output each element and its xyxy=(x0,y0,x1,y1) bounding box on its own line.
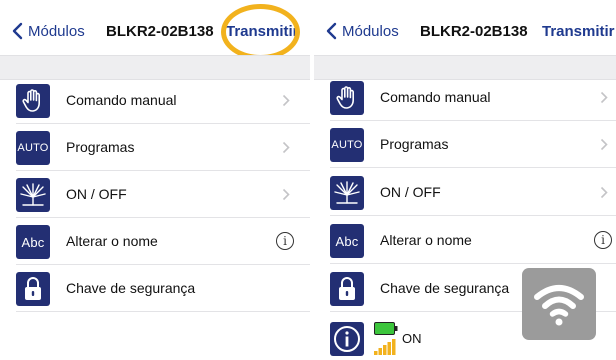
navigation-bar: Módulos BLKR2-02B138 Transmitir xyxy=(314,0,616,55)
wifi-icon xyxy=(522,268,596,340)
right-screen: Módulos BLKR2-02B138 Transmitir Comando … xyxy=(314,0,616,360)
row-alterar-nome[interactable]: Abc Alterar o nome i xyxy=(0,218,310,265)
row-label: ON / OFF xyxy=(66,186,127,202)
burst-icon xyxy=(16,178,50,212)
back-chevron-icon[interactable] xyxy=(325,22,338,40)
row-label: Chave de segurança xyxy=(66,280,196,296)
row-label: Alterar o nome xyxy=(380,232,472,248)
chevron-right-icon xyxy=(600,91,608,104)
abc-icon: Abc xyxy=(330,224,364,258)
row-label: Alterar o nome xyxy=(66,233,158,249)
page-title: BLKR2-02B138 xyxy=(420,23,528,40)
row-programas[interactable]: AUTO Programas xyxy=(0,124,310,171)
row-chave-seguranca[interactable]: Chave de segurança xyxy=(0,265,310,312)
row-label: Comando manual xyxy=(380,89,491,105)
chevron-right-icon xyxy=(282,141,290,154)
transmit-button[interactable]: Transmitir xyxy=(226,23,299,40)
chevron-right-icon xyxy=(600,186,608,199)
info-icon[interactable]: i xyxy=(276,232,294,250)
lock-icon xyxy=(16,272,50,306)
row-label: Programas xyxy=(380,136,449,152)
transmit-button[interactable]: Transmitir xyxy=(542,23,615,40)
auto-icon: AUTO xyxy=(330,128,364,162)
burst-icon xyxy=(330,176,364,210)
row-label: Programas xyxy=(66,139,135,155)
chevron-right-icon xyxy=(282,94,290,107)
lock-icon xyxy=(330,272,364,306)
info-button[interactable] xyxy=(330,322,364,356)
status-text: ON xyxy=(402,331,422,346)
row-alterar-nome[interactable]: Abc Alterar o nome i xyxy=(314,217,616,264)
back-button[interactable]: Módulos xyxy=(342,23,399,40)
row-comando-manual[interactable]: Comando manual xyxy=(314,74,616,121)
info-icon[interactable]: i xyxy=(594,231,612,249)
row-on-off[interactable]: ON / OFF xyxy=(0,171,310,218)
row-comando-manual[interactable]: Comando manual xyxy=(0,77,310,124)
hand-icon xyxy=(330,81,364,115)
chevron-right-icon xyxy=(600,138,608,151)
row-programas[interactable]: AUTO Programas xyxy=(314,121,616,168)
back-button[interactable]: Módulos xyxy=(28,23,85,40)
navigation-bar: Módulos BLKR2-02B138 Transmitir xyxy=(0,0,310,60)
signal-strength-icon xyxy=(374,339,396,355)
battery-icon xyxy=(374,322,398,335)
row-on-off[interactable]: ON / OFF xyxy=(314,169,616,216)
row-label: Comando manual xyxy=(66,92,177,108)
row-label: Chave de segurança xyxy=(380,280,510,296)
row-label: ON / OFF xyxy=(380,184,441,200)
chevron-right-icon xyxy=(282,188,290,201)
hand-icon xyxy=(16,84,50,118)
abc-icon: Abc xyxy=(16,225,50,259)
auto-icon: AUTO xyxy=(16,131,50,165)
page-title: BLKR2-02B138 xyxy=(106,23,214,40)
back-chevron-icon[interactable] xyxy=(11,22,24,40)
left-screen: Módulos BLKR2-02B138 Transmitir Comando … xyxy=(0,0,310,360)
